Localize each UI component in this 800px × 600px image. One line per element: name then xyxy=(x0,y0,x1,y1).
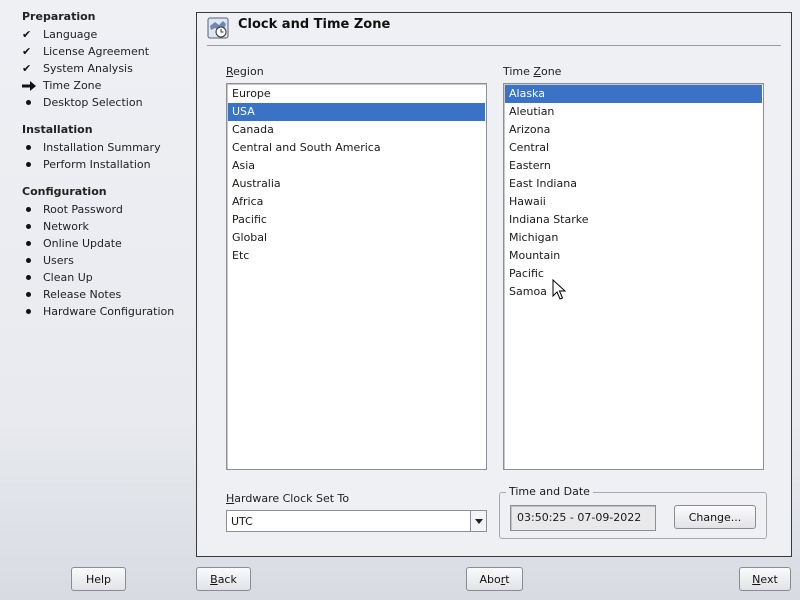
region-listbox[interactable]: Europe USA Canada Central and South America… xyxy=(226,83,487,470)
time-date-display: 03:50:25 - 07-09-2022 xyxy=(510,505,656,531)
hardware-clock-select[interactable]: UTC xyxy=(226,510,487,532)
sidebar-item-label: License Agreement xyxy=(43,45,150,58)
sidebar-item-label: Network xyxy=(43,220,89,233)
region-list-item[interactable]: Australia xyxy=(228,175,485,193)
page-title: Clock and Time Zone xyxy=(238,17,391,32)
timezone-label: Time Zone xyxy=(503,65,562,78)
main-panel: Clock and Time Zone Region Europe USA Cana… xyxy=(196,12,792,557)
bullet-icon xyxy=(22,224,43,229)
region-list-item[interactable]: Central and South America xyxy=(228,139,485,157)
timezone-list-item[interactable]: Mountain xyxy=(505,247,762,265)
timezone-listbox[interactable]: Alaska Aleutian Arizona Central Eastern East … xyxy=(503,83,764,470)
bullet-icon xyxy=(22,309,43,314)
bullet-icon xyxy=(22,145,43,150)
region-list-item[interactable]: Africa xyxy=(228,193,485,211)
region-list-item[interactable]: USA xyxy=(228,103,485,121)
sidebar: Preparation ✔ Language ✔ License Agreeme… xyxy=(0,0,195,560)
time-and-date-title: Time and Date xyxy=(506,485,593,498)
clock-timezone-icon xyxy=(207,17,229,39)
bullet-icon xyxy=(22,162,43,167)
bullet-icon xyxy=(22,275,43,280)
sidebar-item-label: Users xyxy=(43,254,74,267)
sidebar-item-online-update: Online Update xyxy=(22,235,122,252)
help-button[interactable]: Help xyxy=(71,567,126,591)
next-button[interactable]: Next xyxy=(739,567,791,591)
region-label: Region xyxy=(226,65,264,78)
sidebar-section-configuration: Configuration xyxy=(22,185,107,198)
change-time-button[interactable]: Change... xyxy=(674,505,756,529)
sidebar-item-label: Installation Summary xyxy=(43,141,161,154)
sidebar-item-language: ✔ Language xyxy=(22,26,97,43)
region-list-item[interactable]: Pacific xyxy=(228,211,485,229)
region-list-item[interactable]: Global xyxy=(228,229,485,247)
sidebar-item-label: Clean Up xyxy=(43,271,93,284)
timezone-list-item[interactable]: Samoa xyxy=(505,283,762,301)
sidebar-item-license-agreement: ✔ License Agreement xyxy=(22,43,149,60)
chevron-down-icon[interactable] xyxy=(470,511,486,531)
region-list-item[interactable]: Europe xyxy=(228,85,485,103)
checkmark-icon: ✔ xyxy=(22,62,32,75)
timezone-list-item[interactable]: Hawaii xyxy=(505,193,762,211)
sidebar-item-installation-summary: Installation Summary xyxy=(22,139,161,156)
sidebar-item-hardware-configuration: Hardware Configuration xyxy=(22,303,174,320)
abort-button[interactable]: Abo r t xyxy=(466,567,523,591)
bullet-icon xyxy=(22,207,43,212)
bullet-icon xyxy=(22,100,43,105)
sidebar-item-desktop-selection: Desktop Selection xyxy=(22,94,143,111)
timezone-list-item[interactable]: East Indiana xyxy=(505,175,762,193)
sidebar-item-system-analysis: ✔ System Analysis xyxy=(22,60,133,77)
timezone-list-item[interactable]: Indiana Starke xyxy=(505,211,762,229)
bullet-icon xyxy=(22,258,43,263)
hardware-clock-value: UTC xyxy=(231,514,253,528)
bullet-icon xyxy=(22,241,43,246)
sidebar-item-label: Perform Installation xyxy=(43,158,151,171)
sidebar-item-root-password: Root Password xyxy=(22,201,123,218)
back-button[interactable]: Back xyxy=(196,567,251,591)
timezone-list-item[interactable]: Michigan xyxy=(505,229,762,247)
sidebar-item-label: Language xyxy=(43,28,98,41)
sidebar-item-label: Root Password xyxy=(43,203,123,216)
time-and-date-group: Time and Date 03:50:25 - 07-09-2022 Chan… xyxy=(499,485,767,539)
sidebar-item-label: Release Notes xyxy=(43,288,122,301)
sidebar-section-preparation: Preparation xyxy=(22,10,96,23)
region-list-item[interactable]: Canada xyxy=(228,121,485,139)
checkmark-icon: ✔ xyxy=(22,28,32,41)
mouse-pointer-icon xyxy=(552,278,567,301)
sidebar-item-perform-installation: Perform Installation xyxy=(22,156,151,173)
sidebar-item-clean-up: Clean Up xyxy=(22,269,93,286)
timezone-list-item[interactable]: Aleutian xyxy=(505,103,762,121)
sidebar-section-installation: Installation xyxy=(22,123,93,136)
sidebar-item-label: Time Zone xyxy=(43,79,102,92)
sidebar-item-time-zone: Time Zone xyxy=(22,77,101,94)
timezone-list-item[interactable]: Arizona xyxy=(505,121,762,139)
timezone-list-item[interactable]: Central xyxy=(505,139,762,157)
timezone-list-item[interactable]: Alaska xyxy=(505,85,762,103)
hardware-clock-label: Hardware Clock Set To xyxy=(226,492,350,505)
sidebar-item-network: Network xyxy=(22,218,89,235)
region-list-item[interactable]: Asia xyxy=(228,157,485,175)
region-list-item[interactable]: Etc xyxy=(228,247,485,265)
timezone-list-item[interactable]: Pacific xyxy=(505,265,762,283)
title-divider xyxy=(207,45,781,46)
sidebar-item-users: Users xyxy=(22,252,74,269)
arrow-right-icon xyxy=(22,80,43,91)
sidebar-item-label: Hardware Configuration xyxy=(43,305,175,318)
checkmark-icon: ✔ xyxy=(22,45,32,58)
sidebar-item-label: System Analysis xyxy=(43,62,133,75)
sidebar-item-label: Desktop Selection xyxy=(43,96,143,109)
sidebar-item-label: Online Update xyxy=(43,237,122,250)
timezone-list-item[interactable]: Eastern xyxy=(505,157,762,175)
sidebar-item-release-notes: Release Notes xyxy=(22,286,121,303)
bullet-icon xyxy=(22,292,43,297)
